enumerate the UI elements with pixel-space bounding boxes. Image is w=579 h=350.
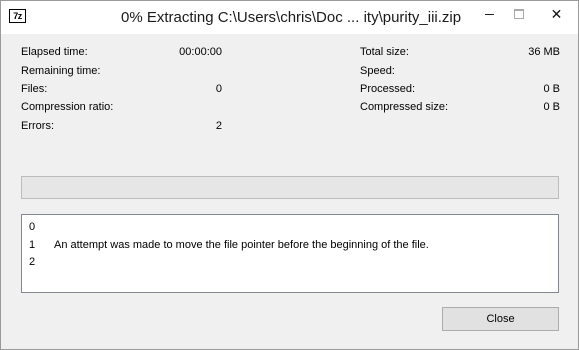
total-size-value: 36 MB [528, 46, 560, 58]
errors-label: Errors: [21, 120, 54, 132]
log-message: An attempt was made to move the file poi… [54, 239, 429, 251]
title-bar[interactable]: 7z 0% Extracting C:\Users\chris\Doc ... … [1, 1, 578, 34]
list-item[interactable]: 0 [22, 220, 558, 234]
log-index: 0 [29, 221, 36, 233]
elapsed-time-label: Elapsed time: [21, 46, 88, 58]
close-icon: ✕ [550, 6, 563, 22]
total-size-label: Total size: [360, 46, 409, 58]
minimize-icon [484, 14, 494, 15]
error-log-list[interactable]: 0 1 An attempt was made to move the file… [21, 214, 559, 293]
dialog-body: Elapsed time: 00:00:00 Remaining time: F… [1, 34, 578, 349]
compressed-size-value: 0 B [543, 101, 560, 113]
maximize-button[interactable] [504, 1, 534, 27]
list-item[interactable]: 1 An attempt was made to move the file p… [22, 238, 558, 252]
window-close-button[interactable]: ✕ [534, 1, 578, 27]
processed-label: Processed: [360, 83, 416, 95]
errors-value: 2 [215, 120, 222, 132]
remaining-time-label: Remaining time: [21, 65, 101, 77]
maximize-icon [514, 9, 524, 19]
compression-ratio-label: Compression ratio: [21, 101, 114, 113]
minimize-button[interactable] [474, 1, 504, 27]
elapsed-time-value: 00:00:00 [179, 46, 222, 58]
files-label: Files: [21, 83, 48, 95]
window-title: 0% Extracting C:\Users\chris\Doc ... ity… [121, 9, 462, 26]
log-index: 1 [29, 239, 36, 251]
app-7zip-icon: 7z [9, 9, 26, 23]
extraction-window: 7z 0% Extracting C:\Users\chris\Doc ... … [0, 0, 579, 350]
log-index: 2 [29, 256, 36, 268]
list-item[interactable]: 2 [22, 255, 558, 269]
speed-label: Speed: [360, 65, 395, 77]
close-button[interactable]: Close [442, 307, 559, 331]
extraction-progress-bar [21, 176, 559, 199]
files-value: 0 [215, 83, 222, 95]
processed-value: 0 B [543, 83, 560, 95]
compressed-size-label: Compressed size: [360, 101, 449, 113]
